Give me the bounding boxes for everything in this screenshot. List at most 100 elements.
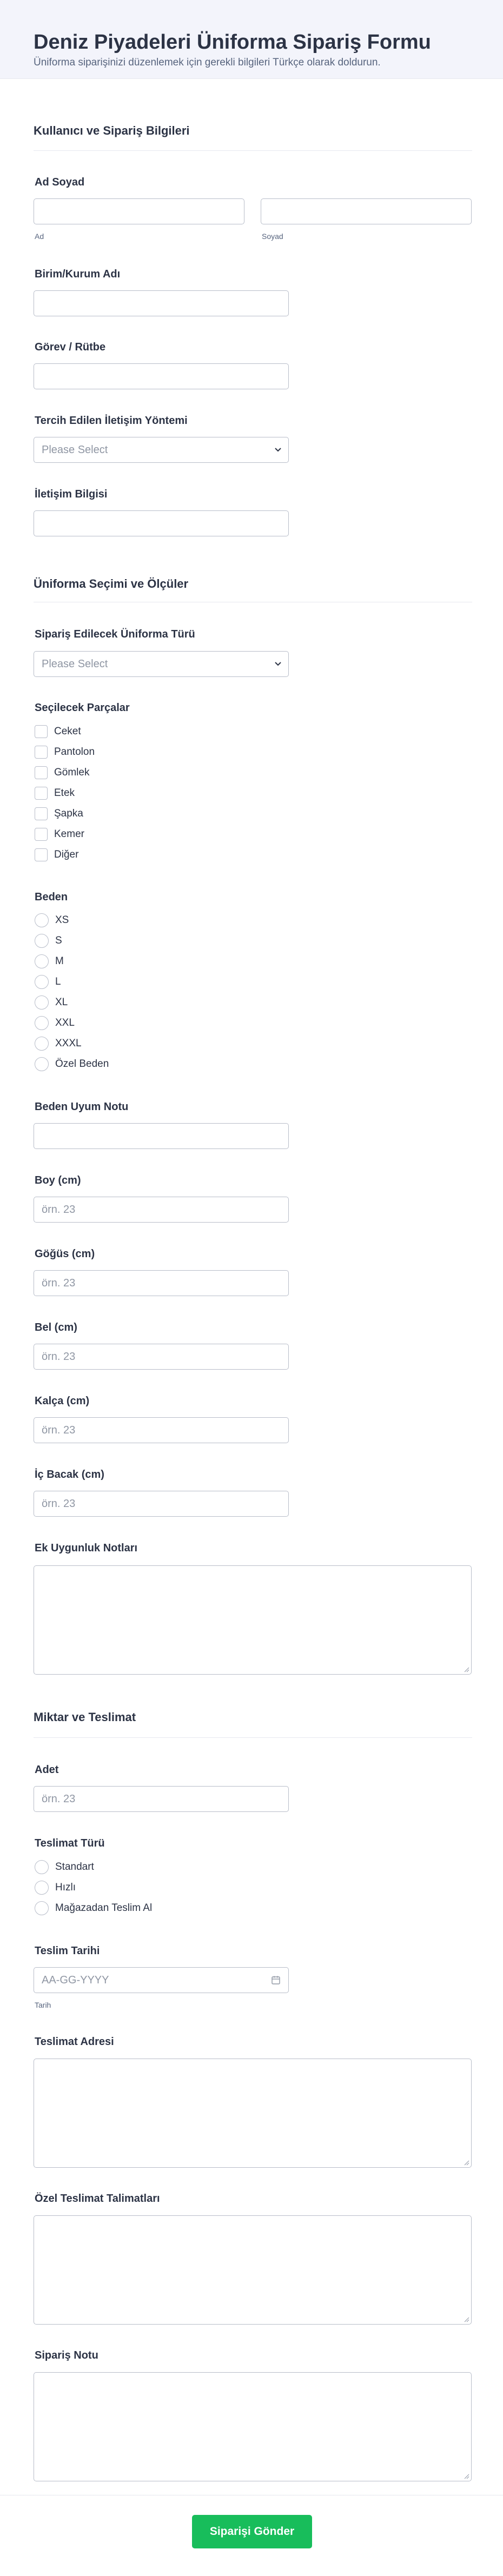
form-footer: Siparişi Gönder [0, 2495, 503, 2576]
checkbox[interactable] [35, 848, 48, 861]
checkbox[interactable] [35, 725, 48, 738]
radio-button[interactable] [35, 1901, 49, 1915]
radio-button[interactable] [35, 1016, 49, 1030]
resize-handle-icon[interactable] [464, 2160, 469, 2166]
radio-button[interactable] [35, 995, 49, 1010]
chest-input[interactable]: örn. 23 [34, 1270, 289, 1296]
checkbox-label: Pantolon [54, 746, 95, 758]
checkbox[interactable] [35, 766, 48, 779]
submit-button[interactable]: Siparişi Gönder [192, 2515, 312, 2548]
delivery-date-input[interactable]: AA-GG-YYYY [34, 1967, 289, 1993]
radio-option[interactable]: Standart [35, 1860, 94, 1874]
radio-button[interactable] [35, 913, 49, 927]
form-header: Deniz Piyadeleri Üniforma Sipariş Formu … [0, 0, 503, 79]
radio-button[interactable] [35, 934, 49, 948]
special-instructions-textarea[interactable] [34, 2215, 472, 2325]
inseam-input[interactable]: örn. 23 [34, 1491, 289, 1517]
radio-label: L [55, 976, 61, 987]
checkbox-option[interactable]: Etek [35, 786, 75, 800]
delivery-date-sublabel: Tarih [35, 2001, 51, 2009]
section-title: Kullanıcı ve Sipariş Bilgileri [34, 124, 190, 137]
order-note-label: Sipariş Notu [35, 2349, 98, 2361]
contact-info-label: İletişim Bilgisi [35, 488, 108, 500]
pieces-label: Seçilecek Parçalar [35, 702, 130, 714]
radio-option[interactable]: XL [35, 995, 68, 1010]
section-heading-uniform: Üniforma Seçimi ve Ölçüler [34, 576, 472, 592]
unit-label: Birim/Kurum Adı [35, 268, 121, 280]
fit-notes-textarea[interactable] [34, 1565, 472, 1675]
checkbox-option[interactable]: Gömlek [35, 766, 89, 780]
checkbox-option[interactable]: Pantolon [35, 745, 95, 759]
radio-button[interactable] [35, 1881, 49, 1895]
resize-handle-icon[interactable] [464, 1667, 469, 1672]
section-heading-delivery: Miktar ve Teslimat [34, 1710, 472, 1725]
rank-input[interactable] [34, 363, 289, 389]
radio-button[interactable] [35, 1860, 49, 1874]
size-label: Beden [35, 891, 68, 903]
section-title: Miktar ve Teslimat [34, 1710, 136, 1724]
radio-label: M [55, 955, 64, 967]
radio-label: Özel Beden [55, 1058, 109, 1070]
rank-label: Görev / Rütbe [35, 341, 106, 353]
resize-handle-icon[interactable] [464, 2317, 469, 2322]
checkbox-option[interactable]: Kemer [35, 827, 84, 841]
radio-option[interactable]: Mağazadan Teslim Al [35, 1901, 152, 1915]
checkbox[interactable] [35, 828, 48, 841]
resize-handle-icon[interactable] [464, 2474, 469, 2479]
waist-input[interactable]: örn. 23 [34, 1344, 289, 1370]
uniform-type-select[interactable]: Please Select [34, 651, 289, 677]
radio-label: Hızlı [55, 1882, 76, 1893]
chevron-down-icon [275, 448, 281, 452]
last-name-input[interactable] [261, 198, 472, 224]
uniform-type-placeholder: Please Select [42, 658, 108, 670]
first-name-sublabel: Ad [35, 232, 44, 241]
delivery-address-label: Teslimat Adresi [35, 2036, 114, 2048]
checkbox-label: Gömlek [54, 767, 90, 778]
delivery-address-textarea[interactable] [34, 2059, 472, 2168]
checkbox[interactable] [35, 807, 48, 820]
checkbox-label: Şapka [54, 808, 83, 819]
contact-info-input[interactable] [34, 510, 289, 536]
radio-option[interactable]: XS [35, 913, 69, 927]
radio-button[interactable] [35, 1057, 49, 1071]
chevron-down-icon [275, 662, 281, 666]
radio-option[interactable]: L [35, 975, 61, 989]
calendar-icon[interactable] [271, 1975, 281, 1985]
checkbox-label: Ceket [54, 726, 81, 737]
checkbox-option[interactable]: Şapka [35, 807, 83, 821]
hip-input[interactable]: örn. 23 [34, 1417, 289, 1443]
form-page: Deniz Piyadeleri Üniforma Sipariş Formu … [0, 0, 503, 2576]
radio-option[interactable]: XXL [35, 1016, 75, 1030]
fit-note-label: Beden Uyum Notu [35, 1101, 129, 1113]
section-divider [34, 1737, 472, 1738]
unit-input[interactable] [34, 290, 289, 316]
delivery-type-label: Teslimat Türü [35, 1837, 105, 1849]
checkbox[interactable] [35, 746, 48, 759]
radio-option[interactable]: M [35, 954, 64, 968]
radio-button[interactable] [35, 975, 49, 989]
radio-button[interactable] [35, 1037, 49, 1051]
checkbox[interactable] [35, 787, 48, 800]
hip-label: Kalça (cm) [35, 1395, 90, 1407]
fit-note-input[interactable] [34, 1123, 289, 1149]
height-input[interactable]: örn. 23 [34, 1197, 289, 1223]
contact-method-placeholder: Please Select [42, 444, 108, 456]
chest-label: Göğüs (cm) [35, 1248, 95, 1260]
radio-label: XL [55, 997, 68, 1008]
radio-label: S [55, 935, 62, 946]
form-subtitle: Üniforma siparişinizi düzenlemek için ge… [34, 57, 381, 68]
order-note-textarea[interactable] [34, 2372, 472, 2481]
radio-option[interactable]: XXXL [35, 1037, 82, 1051]
radio-option[interactable]: Hızlı [35, 1881, 76, 1895]
name-label: Ad Soyad [35, 176, 85, 188]
checkbox-option[interactable]: Diğer [35, 848, 78, 862]
contact-method-select[interactable]: Please Select [34, 437, 289, 463]
radio-button[interactable] [35, 954, 49, 968]
radio-option[interactable]: Özel Beden [35, 1057, 109, 1071]
fit-notes-label: Ek Uygunluk Notları [35, 1542, 138, 1554]
first-name-input[interactable] [34, 198, 244, 224]
quantity-input[interactable]: örn. 23 [34, 1786, 289, 1812]
radio-option[interactable]: S [35, 934, 62, 948]
inseam-label: İç Bacak (cm) [35, 1469, 104, 1480]
checkbox-option[interactable]: Ceket [35, 725, 81, 739]
